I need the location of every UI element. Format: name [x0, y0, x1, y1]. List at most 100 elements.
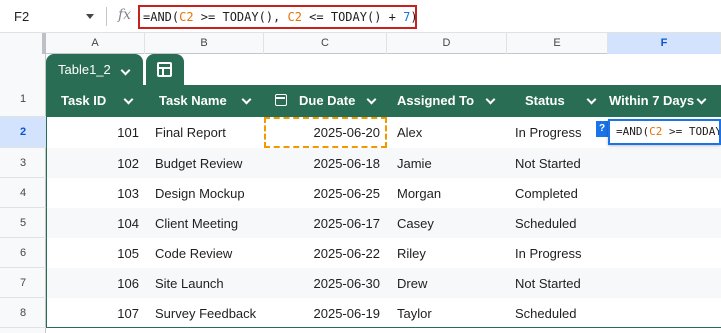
cell-due-date[interactable]: 2025-06-22: [265, 238, 381, 268]
name-box-dropdown-icon[interactable]: [86, 14, 94, 19]
cell-status[interactable]: Scheduled: [515, 298, 615, 328]
table-options-button[interactable]: [146, 54, 184, 85]
cell-task-name[interactable]: Survey Feedback: [155, 298, 265, 328]
chevron-down-icon[interactable]: [366, 94, 377, 105]
formula-help-icon[interactable]: ?: [596, 121, 608, 137]
header-within-7-days[interactable]: Within 7 Days: [609, 85, 694, 117]
cell-task-name[interactable]: Code Review: [155, 238, 265, 268]
table-name-tab[interactable]: Table1_2: [46, 54, 143, 85]
name-box[interactable]: F2: [0, 0, 105, 33]
column-header-e[interactable]: E: [507, 33, 608, 54]
cell-within-7-days[interactable]: [609, 178, 721, 208]
formula-segment: =AND(: [143, 10, 180, 24]
cell-due-date[interactable]: 2025-06-25: [265, 178, 381, 208]
chevron-down-icon: [120, 65, 131, 76]
cell-status[interactable]: Not Started: [515, 148, 615, 178]
table-grid-icon: [157, 62, 172, 77]
column-header-f[interactable]: F: [608, 33, 721, 54]
cell-assigned-to[interactable]: Alex: [397, 117, 512, 147]
cell-status[interactable]: In Progress: [515, 238, 615, 268]
cell-status[interactable]: Completed: [515, 178, 615, 208]
table-name-label: Table1_2: [58, 62, 111, 77]
chevron-down-icon[interactable]: [241, 94, 252, 105]
cell-status[interactable]: Scheduled: [515, 208, 615, 238]
cell-within-7-days[interactable]: [609, 238, 721, 268]
header-task-name[interactable]: Task Name: [159, 85, 227, 117]
row-header-1[interactable]: 1: [0, 54, 46, 117]
formula-segment: >= TODAY: [662, 125, 721, 138]
header-due-date[interactable]: Due Date: [299, 85, 355, 117]
cell-due-date[interactable]: 2025-06-20: [265, 117, 381, 147]
cell-within-7-days[interactable]: [609, 148, 721, 178]
table-row: 106 Site Launch 2025-06-30 Drew Not Started: [47, 268, 721, 298]
cell-assigned-to[interactable]: Riley: [397, 238, 512, 268]
cell-formula-editor[interactable]: =AND(C2 >= TODAY: [608, 119, 721, 145]
formula-bar: F2 fx =AND(C2 >= TODAY(), C2 <= TODAY() …: [0, 0, 721, 33]
row-header-7[interactable]: 7: [0, 268, 46, 298]
cell-due-date[interactable]: 2025-06-18: [265, 148, 381, 178]
cell-within-7-days[interactable]: [609, 298, 721, 328]
chevron-down-icon[interactable]: [586, 94, 597, 105]
chevron-down-icon[interactable]: [123, 94, 134, 105]
header-assigned-to[interactable]: Assigned To: [397, 85, 474, 117]
table-row: 102 Budget Review 2025-06-18 Jamie Not Start…: [47, 148, 721, 178]
name-box-value: F2: [14, 9, 30, 24]
column-header-b[interactable]: B: [145, 33, 264, 54]
row-header-4[interactable]: 4: [0, 178, 46, 208]
cell-status[interactable]: Not Started: [515, 268, 615, 298]
formula-segment: =AND(: [616, 125, 650, 138]
row-header-8[interactable]: 8: [0, 298, 46, 328]
formula-segment: C2: [287, 10, 302, 24]
column-header-bar: A B C D E F: [0, 33, 721, 54]
row-header-2[interactable]: 2: [0, 117, 46, 148]
select-all-corner[interactable]: [0, 33, 46, 54]
table-body: 101 Final Report 2025-06-20 Alex In Progress…: [46, 117, 721, 328]
row-header-6[interactable]: 6: [0, 238, 46, 268]
cell-within-7-days[interactable]: [609, 208, 721, 238]
cell-task-name[interactable]: Client Meeting: [155, 208, 265, 238]
column-header-c[interactable]: C: [264, 33, 387, 54]
formula-input[interactable]: =AND(C2 >= TODAY(), C2 <= TODAY() + 7): [138, 5, 417, 29]
header-status[interactable]: Status: [525, 85, 565, 117]
header-task-id[interactable]: Task ID: [61, 85, 106, 117]
chevron-down-icon[interactable]: [485, 94, 496, 105]
cell-assigned-to[interactable]: Taylor: [397, 298, 512, 328]
cell-within-7-days[interactable]: [609, 268, 721, 298]
cell-task-id[interactable]: 104: [47, 208, 139, 238]
cell-assigned-to[interactable]: Drew: [397, 268, 512, 298]
calendar-icon: [275, 94, 287, 106]
formula-segment: C2: [649, 125, 663, 138]
cell-task-id[interactable]: 106: [47, 268, 139, 298]
table-row: 105 Code Review 2025-06-22 Riley In Progress: [47, 238, 721, 268]
cell-task-name[interactable]: Site Launch: [155, 268, 265, 298]
formula-segment: >= TODAY(),: [193, 10, 288, 24]
row-header-bar: 1 2 3 4 5 6 7 8: [0, 54, 46, 333]
fx-icon: fx: [118, 7, 132, 23]
cell-task-id[interactable]: 103: [47, 178, 139, 208]
cell-assigned-to[interactable]: Morgan: [397, 178, 512, 208]
table-row: 103 Design Mockup 2025-06-25 Morgan Complete…: [47, 178, 721, 208]
table-row: 107 Survey Feedback 2025-06-19 Taylor Schedu…: [47, 298, 721, 328]
cell-due-date[interactable]: 2025-06-30: [265, 268, 381, 298]
table-row: 104 Client Meeting 2025-06-17 Casey Schedule…: [47, 208, 721, 238]
cell-assigned-to[interactable]: Casey: [397, 208, 512, 238]
cell-task-name[interactable]: Design Mockup: [155, 178, 265, 208]
row-header-5[interactable]: 5: [0, 208, 46, 238]
row-header-3[interactable]: 3: [0, 148, 46, 178]
formula-segment: ): [410, 10, 417, 24]
cell-due-date[interactable]: 2025-06-19: [265, 298, 381, 328]
formula-bar-divider: [106, 7, 107, 26]
cell-task-id[interactable]: 105: [47, 238, 139, 268]
column-header-a[interactable]: A: [46, 33, 145, 54]
formula-segment: C2: [179, 10, 194, 24]
table-header-row: Task ID Task Name Due Date Assigned To S…: [46, 85, 721, 117]
cell-task-id[interactable]: 107: [47, 298, 139, 328]
column-header-d[interactable]: D: [387, 33, 507, 54]
cell-due-date[interactable]: 2025-06-17: [265, 208, 381, 238]
chevron-down-icon[interactable]: [696, 94, 707, 105]
cell-task-id[interactable]: 101: [47, 117, 139, 147]
cell-task-id[interactable]: 102: [47, 148, 139, 178]
cell-task-name[interactable]: Final Report: [155, 117, 265, 147]
cell-task-name[interactable]: Budget Review: [155, 148, 265, 178]
cell-assigned-to[interactable]: Jamie: [397, 148, 512, 178]
